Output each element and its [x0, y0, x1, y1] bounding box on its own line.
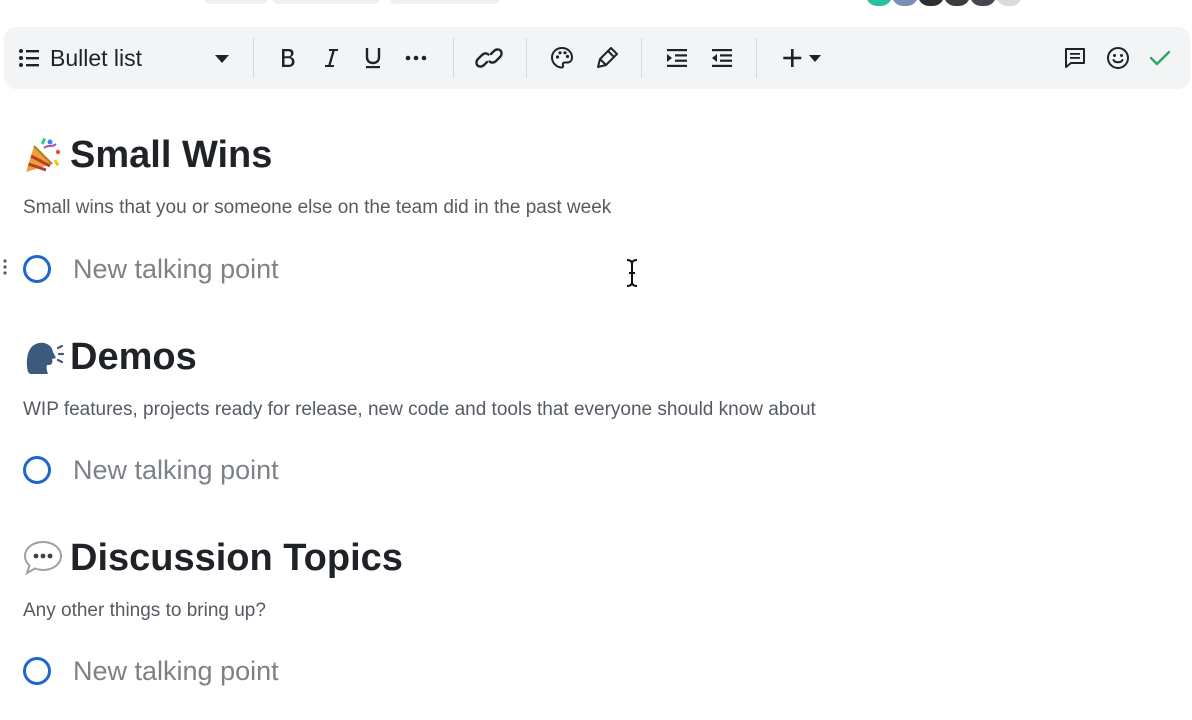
- toolbar-divider: [253, 38, 254, 78]
- top-tab[interactable]: [390, 0, 500, 4]
- italic-button[interactable]: [317, 27, 345, 89]
- link-button[interactable]: [472, 27, 506, 89]
- highlighter-icon: [595, 46, 619, 70]
- talking-point-placeholder[interactable]: New talking point: [73, 656, 279, 687]
- avatar[interactable]: [994, 0, 1024, 8]
- plus-dropdown-icon: [783, 48, 825, 68]
- section-description: Any other things to bring up?: [23, 600, 266, 621]
- section-description: WIP features, projects ready for release…: [23, 399, 816, 420]
- palette-icon: [550, 46, 574, 70]
- section-title-text: Demos: [70, 335, 197, 378]
- block-style-dropdown[interactable]: Bullet list: [18, 27, 230, 89]
- top-tab[interactable]: [272, 0, 380, 4]
- avatar[interactable]: [942, 0, 972, 8]
- more-formatting-button[interactable]: [402, 27, 430, 89]
- talking-point-placeholder[interactable]: New talking point: [73, 254, 279, 285]
- avatar[interactable]: [864, 0, 894, 8]
- underline-button[interactable]: [359, 27, 387, 89]
- section-title-text: Discussion Topics: [70, 536, 403, 579]
- section-title-text: Small Wins: [70, 133, 273, 176]
- text-color-button[interactable]: [547, 27, 577, 89]
- comment-icon: [1063, 46, 1087, 70]
- toolbar-divider: [641, 38, 642, 78]
- speech-bubble-icon: [22, 537, 70, 579]
- checkmark-icon: [1149, 49, 1171, 67]
- outdent-button[interactable]: [708, 27, 736, 89]
- avatar[interactable]: [890, 0, 920, 8]
- italic-icon: [322, 47, 340, 69]
- emoji-button[interactable]: [1103, 27, 1133, 89]
- comment-button[interactable]: [1060, 27, 1090, 89]
- bold-button[interactable]: [274, 27, 302, 89]
- section-title-discussion-topics: Discussion Topics: [22, 533, 403, 583]
- bold-icon: [279, 47, 297, 69]
- highlight-button[interactable]: [592, 27, 622, 89]
- talking-point-item[interactable]: New talking point: [23, 452, 279, 488]
- formatting-toolbar: Bullet list: [4, 27, 1190, 89]
- text-cursor-icon: [622, 258, 642, 293]
- more-horizontal-icon: [405, 55, 427, 61]
- bulleted-list-icon: [18, 48, 40, 68]
- talking-point-checkbox[interactable]: [23, 456, 51, 484]
- talking-point-checkbox[interactable]: [23, 657, 51, 685]
- section-title-small-wins: Small Wins: [22, 130, 272, 180]
- talking-point-item[interactable]: New talking point: [23, 251, 279, 287]
- toolbar-divider: [453, 38, 454, 78]
- talking-point-placeholder[interactable]: New talking point: [73, 455, 279, 486]
- talking-point-item[interactable]: New talking point: [23, 653, 279, 689]
- indent-icon: [666, 48, 688, 68]
- top-bar-remnant: [0, 0, 1192, 8]
- toolbar-divider: [756, 38, 757, 78]
- smiley-icon: [1106, 46, 1130, 70]
- speaking-head-icon: [22, 336, 70, 378]
- avatar[interactable]: [968, 0, 998, 8]
- party-popper-icon: [22, 134, 70, 176]
- outdent-icon: [711, 48, 733, 68]
- link-icon: [475, 48, 503, 68]
- avatar[interactable]: [916, 0, 946, 8]
- section-title-demos: Demos: [22, 332, 197, 382]
- chevron-down-icon: [214, 54, 230, 64]
- drag-handle-icon[interactable]: [2, 258, 8, 283]
- talking-point-checkbox[interactable]: [23, 255, 51, 283]
- done-button[interactable]: [1145, 27, 1175, 89]
- block-style-label: Bullet list: [50, 44, 143, 71]
- top-tab[interactable]: [204, 0, 268, 4]
- insert-button[interactable]: [782, 27, 826, 89]
- collaborator-avatars[interactable]: [864, 0, 1024, 8]
- indent-button[interactable]: [663, 27, 691, 89]
- section-description: Small wins that you or someone else on t…: [23, 197, 612, 218]
- underline-icon: [363, 46, 383, 70]
- toolbar-divider: [526, 38, 527, 78]
